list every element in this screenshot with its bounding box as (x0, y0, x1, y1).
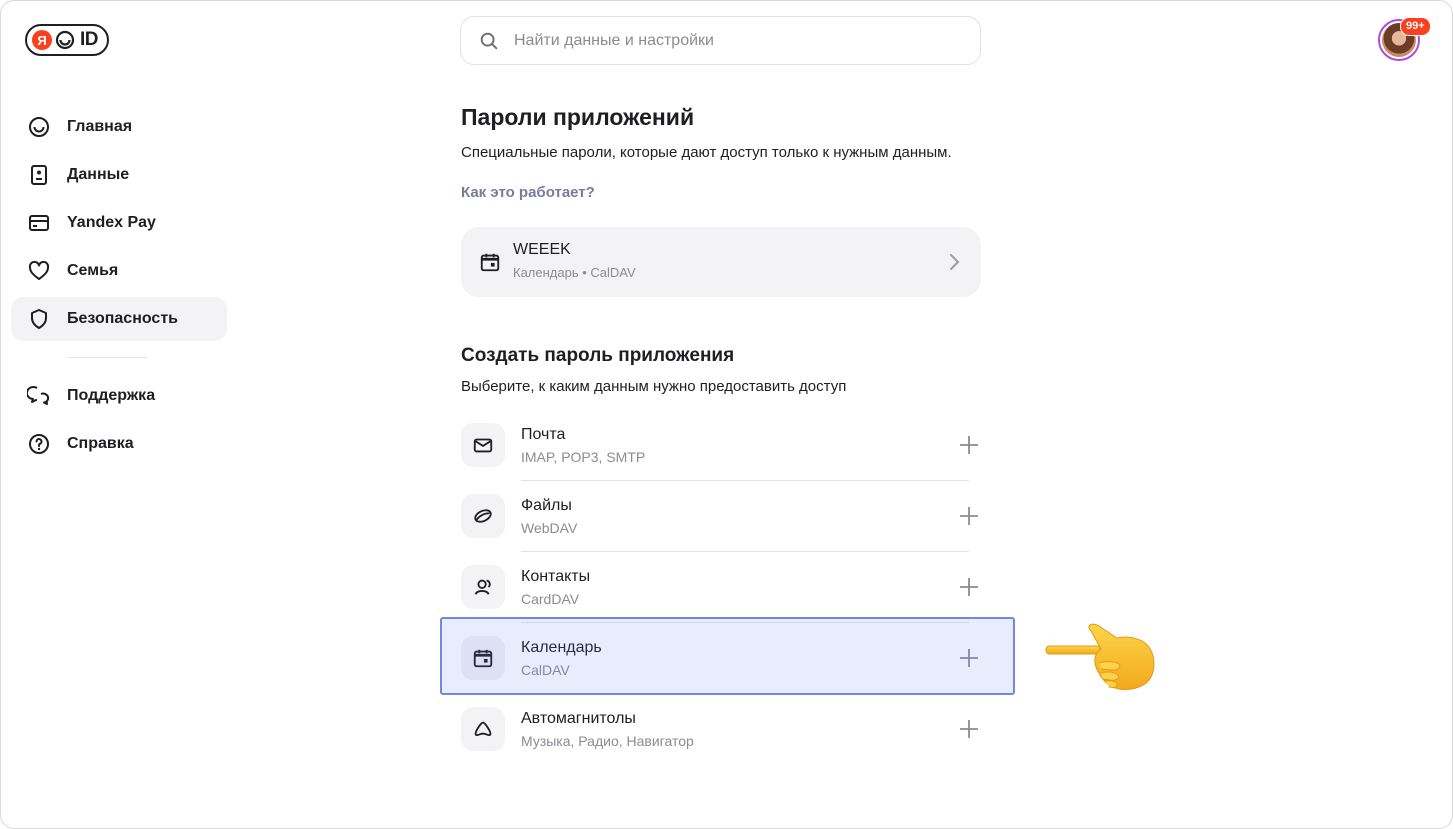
option-icon-box (461, 565, 505, 609)
divider (521, 480, 969, 481)
divider (521, 551, 969, 552)
sidebar-item-label: Справка (67, 435, 134, 452)
option-title: Автомагнитолы (521, 710, 636, 727)
page-description: Специальные пароли, которые дают доступ … (461, 144, 952, 161)
create-section-title: Создать пароль приложения (461, 345, 735, 366)
yandex-id-logo[interactable]: Я ID (25, 24, 109, 56)
divider (521, 622, 969, 623)
option-icon-box (461, 636, 505, 680)
existing-app-name: WEEEK (513, 241, 571, 258)
option-icon-box (461, 494, 505, 538)
sidebar-item-label: Поддержка (67, 387, 156, 404)
logo-ya-mark: Я (32, 30, 52, 50)
contacts-icon (474, 579, 491, 595)
option-subtitle: CalDAV (521, 662, 570, 678)
search-input[interactable] (512, 30, 936, 51)
id-card-icon (31, 165, 47, 185)
plus-icon[interactable] (958, 647, 980, 669)
option-subtitle: WebDAV (521, 520, 578, 536)
logo-id-text: ID (80, 29, 99, 50)
option-title: Почта (521, 426, 566, 443)
calendar-icon (473, 649, 493, 668)
credit-card-icon (29, 215, 49, 231)
sidebar-item-yandex-pay[interactable]: Yandex Pay (11, 201, 227, 245)
sidebar-item-home[interactable]: Главная (11, 105, 227, 149)
search-bar[interactable] (460, 16, 981, 65)
plus-icon[interactable] (958, 434, 980, 456)
sidebar-item-data[interactable]: Данные (11, 153, 227, 197)
sidebar-item-support[interactable]: Поддержка (11, 374, 227, 418)
heart-icon (28, 260, 50, 280)
help-icon (29, 434, 49, 454)
sidebar-item-security[interactable]: Безопасность (11, 297, 227, 341)
option-calendar[interactable]: Календарь CalDAV (461, 630, 981, 686)
plus-icon[interactable] (958, 505, 980, 527)
home-icon (29, 117, 49, 137)
sidebar-item-help[interactable]: Справка (11, 422, 227, 466)
app-window: Я ID Главная Данные Yandex Pay Семья Без… (0, 0, 1453, 829)
chat-icon (27, 386, 50, 405)
sidebar-item-label: Yandex Pay (67, 214, 156, 231)
how-it-works-link[interactable]: Как это работает? (461, 184, 595, 201)
sidebar-item-label: Семья (67, 262, 119, 279)
calendar-icon (480, 253, 500, 272)
chevron-right-icon (950, 254, 959, 270)
option-files[interactable]: Файлы WebDAV (461, 488, 981, 544)
sidebar-item-label: Данные (67, 166, 130, 183)
option-title: Файлы (521, 497, 572, 514)
option-car-radio[interactable]: Автомагнитолы Музыка, Радио, Навигатор (461, 701, 981, 757)
sidebar-divider (67, 357, 147, 358)
option-subtitle: CardDAV (521, 591, 580, 607)
plus-icon[interactable] (958, 576, 980, 598)
sidebar-item-label: Главная (67, 118, 133, 135)
sidebar-item-family[interactable]: Семья (11, 249, 227, 293)
mail-icon (473, 438, 493, 453)
search-icon (480, 32, 498, 49)
option-icon-box (461, 707, 505, 751)
sidebar-item-label: Безопасность (67, 310, 178, 327)
disk-icon (474, 509, 492, 523)
car-icon (474, 721, 492, 737)
logo-smile-icon (55, 30, 75, 50)
option-subtitle: Музыка, Радио, Навигатор (521, 733, 694, 749)
create-section-subtitle: Выберите, к каким данным нужно предостав… (461, 378, 847, 395)
notification-badge: 99+ (1400, 17, 1431, 36)
plus-icon[interactable] (958, 718, 980, 740)
existing-app-meta: Календарь • CalDAV (513, 265, 636, 280)
page-title: Пароли приложений (461, 104, 695, 130)
option-subtitle: IMAP, POP3, SMTP (521, 449, 646, 465)
option-title: Календарь (521, 639, 602, 656)
option-title: Контакты (521, 568, 591, 585)
option-contacts[interactable]: Контакты CardDAV (461, 559, 981, 615)
existing-app-password[interactable]: WEEEK Календарь • CalDAV (461, 227, 981, 297)
shield-icon (31, 309, 47, 329)
option-mail[interactable]: Почта IMAP, POP3, SMTP (461, 417, 981, 473)
option-icon-box (461, 423, 505, 467)
pointing-hand-icon (1045, 623, 1155, 690)
